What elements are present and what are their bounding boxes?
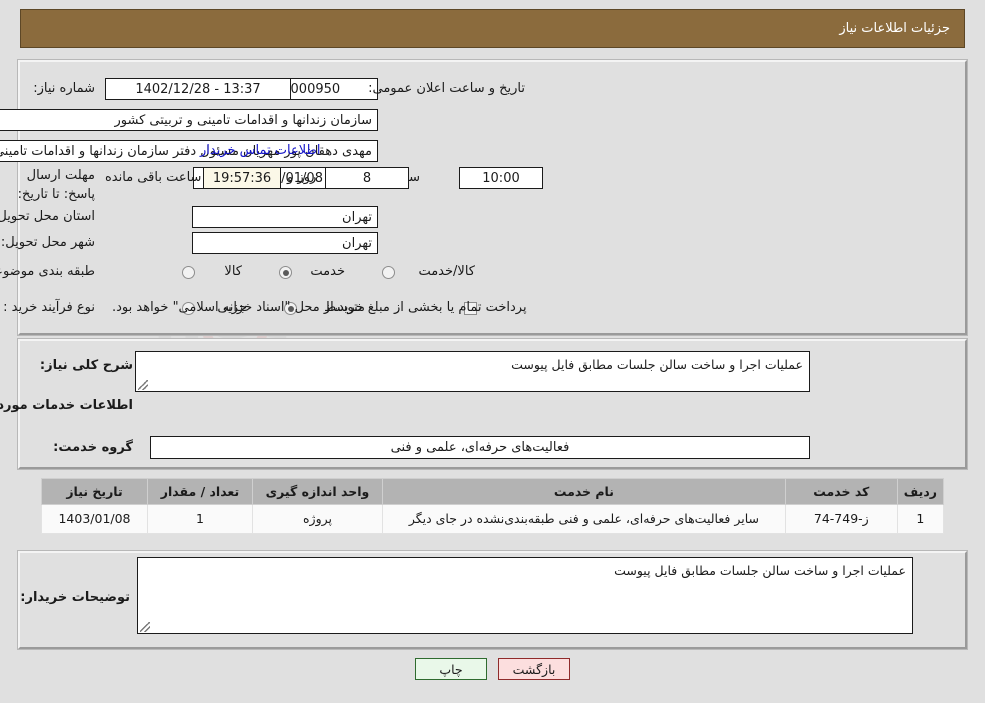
general-description-textarea[interactable]: عملیات اجرا و ساخت سالن جلسات مطابق فایل…: [135, 351, 810, 392]
need-number-label: شماره نیاز:: [33, 81, 95, 96]
city-label: شهر محل تحویل:: [0, 235, 95, 250]
service-group-value: فعالیت‌های حرفه‌ای، علمی و فنی: [150, 436, 810, 459]
description-label: شرح کلی نیاز:: [39, 358, 133, 373]
countdown-timer: 19:57:36: [203, 167, 281, 189]
days-label: روز و: [287, 170, 317, 185]
category-label-kala-khedmat: کالا/خدمت: [418, 264, 475, 279]
print-button[interactable]: چاپ: [415, 658, 487, 680]
need-info-panel: [17, 59, 968, 336]
buyer-org-value: سازمان زندانها و اقدامات تامینی و تربیتی…: [0, 109, 378, 131]
col-row: ردیف: [896, 478, 945, 505]
cell-code: ز-749-74: [784, 503, 898, 535]
action-button-row: بازگشت چاپ: [0, 658, 985, 680]
province-value: تهران: [192, 206, 378, 228]
col-unit: واحد اندازه گیری: [252, 478, 383, 505]
cell-unit: پروژه: [252, 503, 383, 535]
services-section-title: اطلاعات خدمات مورد نیاز: [0, 398, 133, 413]
table-header-row: ردیف کد خدمت نام خدمت واحد اندازه گیری ت…: [41, 478, 945, 505]
category-radio-kala-khedmat[interactable]: [382, 266, 395, 279]
cell-date: 1403/01/08: [41, 503, 148, 535]
countdown-label: ساعت باقی مانده: [105, 170, 202, 185]
col-quantity: تعداد / مقدار: [147, 478, 253, 505]
services-table: ردیف کد خدمت نام خدمت واحد اندازه گیری ت…: [41, 478, 945, 535]
window-title-bar: جزئیات اطلاعات نیاز: [20, 9, 965, 48]
buyer-comments-textarea[interactable]: عملیات اجرا و ساخت سالن جلسات مطابق فایل…: [137, 557, 913, 634]
col-name: نام خدمت: [382, 478, 786, 505]
back-button[interactable]: بازگشت: [498, 658, 570, 680]
col-date: تاریخ نیاز: [41, 478, 148, 505]
category-radio-khedmat[interactable]: [279, 266, 292, 279]
cell-quantity: 1: [147, 503, 253, 535]
process-label: نوع فرآیند خرید :: [3, 300, 95, 315]
category-label: طبقه بندی موضوعی:: [0, 264, 95, 279]
treasury-bonds-label: پرداخت تمام یا بخشی از مبلغ خرید،از محل …: [112, 300, 527, 315]
category-radio-kala[interactable]: [182, 266, 195, 279]
table-row: 1 ز-749-74 سایر فعالیت‌های حرفه‌ای، علمی…: [41, 503, 945, 535]
buyer-comments-label: توضیحات خریدار:: [20, 590, 130, 605]
buyer-contact-link[interactable]: اطلاعات تماس خریدار: [200, 143, 320, 158]
deadline-time: 10:00: [459, 167, 543, 189]
category-label-khedmat: خدمت: [310, 264, 345, 279]
col-code: کد خدمت: [784, 478, 898, 505]
page-title: جزئیات اطلاعات نیاز: [839, 21, 950, 36]
category-label-kala: کالا: [224, 264, 242, 279]
remaining-days: 8: [325, 167, 409, 189]
province-label: استان محل تحویل:: [0, 209, 95, 224]
service-group-label: گروه خدمت:: [53, 440, 133, 455]
cell-row: 1: [896, 503, 945, 535]
creator-value: مهدی دهقان پور مهریان مسئول دفتر سازمان …: [0, 140, 378, 162]
announce-value: 13:37 - 1402/12/28: [105, 78, 291, 100]
deadline-label: مهلت ارسال پاسخ: تا تاریخ:: [17, 168, 95, 202]
cell-name: سایر فعالیت‌های حرفه‌ای، علمی و فنی طبقه…: [382, 503, 786, 535]
city-value: تهران: [192, 232, 378, 254]
page-root: AnaTender.net جزئیات اطلاعات نیاز شماره …: [0, 0, 985, 703]
announce-label: تاریخ و ساعت اعلان عمومی:: [368, 81, 525, 96]
